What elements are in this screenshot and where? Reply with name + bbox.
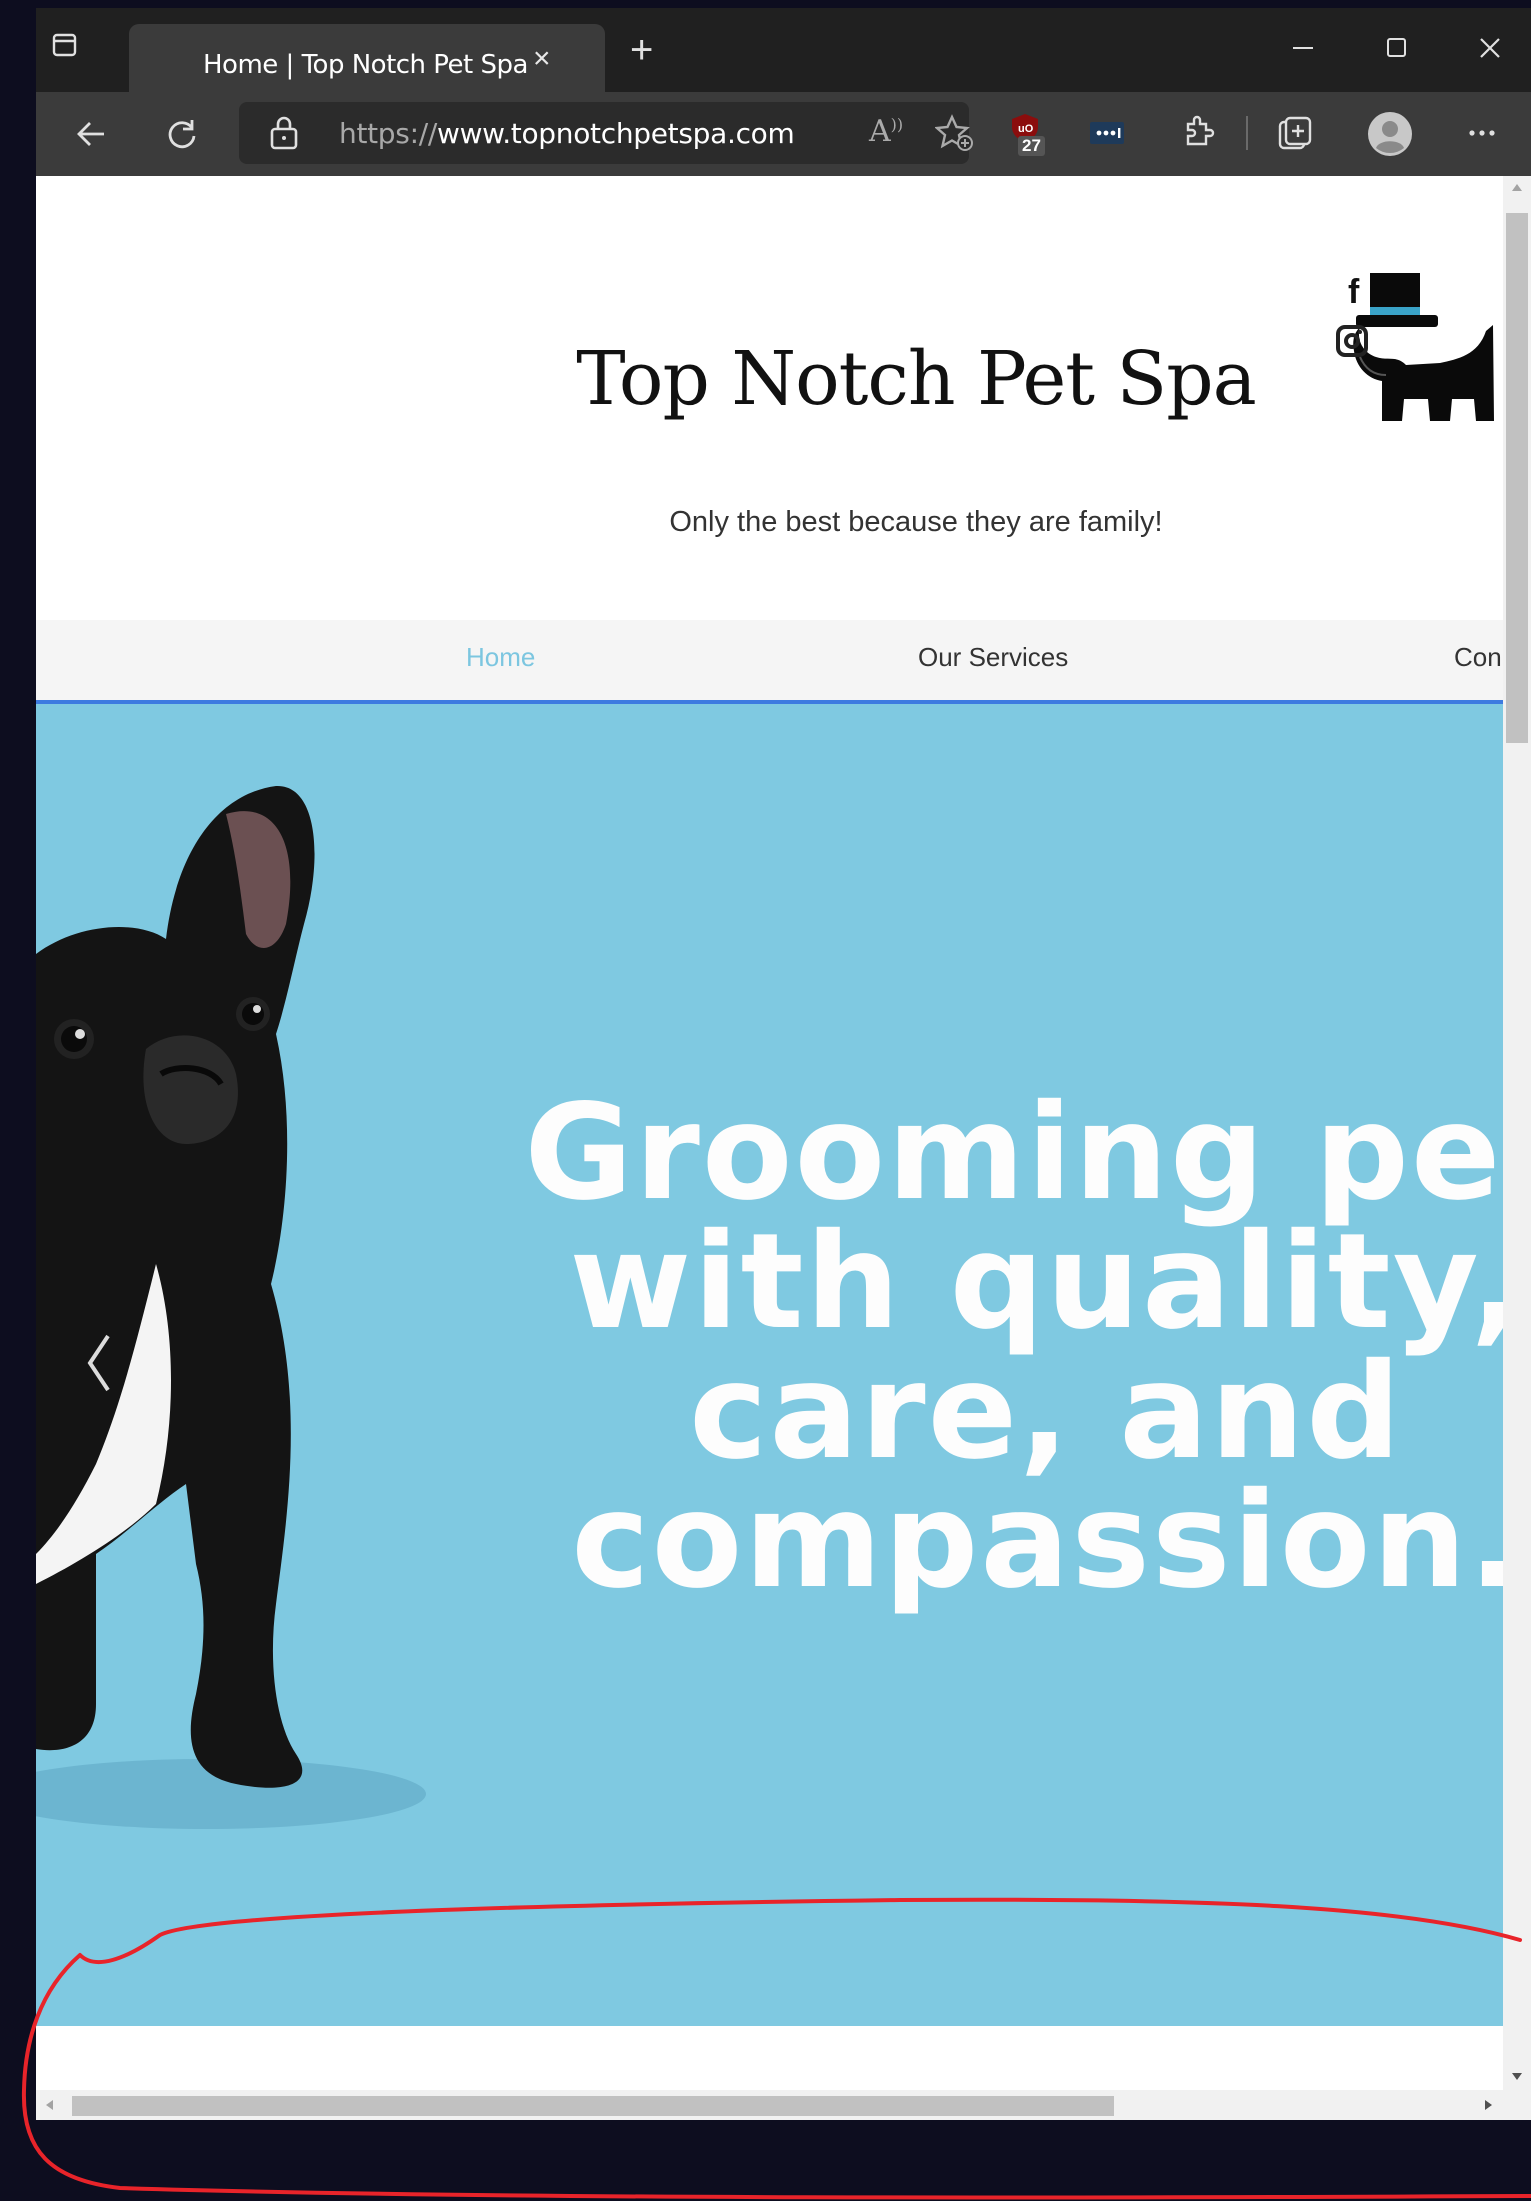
lock-icon[interactable]: [269, 116, 299, 150]
read-aloud-icon[interactable]: A)): [869, 114, 903, 149]
hero-banner: Grooming pet with quality, care, and com…: [36, 704, 1503, 2026]
svg-text:f: f: [1348, 273, 1360, 311]
browser-window: Home | Top Notch Pet Spa × + https://www…: [36, 8, 1531, 2120]
site-nav: Home Our Services Con: [36, 620, 1503, 704]
back-icon[interactable]: [74, 116, 110, 152]
collections-icon[interactable]: [1276, 114, 1316, 154]
hero-line-1: Grooming pet: [524, 1076, 1503, 1230]
toolbar: https://www.topnotchpetspa.com A)) uO 27: [36, 92, 1531, 176]
ublock-extension-icon[interactable]: uO 27: [1008, 110, 1048, 160]
url-text[interactable]: https://www.topnotchpetspa.com: [339, 117, 795, 150]
tab-close-icon[interactable]: ×: [533, 42, 551, 76]
add-favorite-icon[interactable]: [935, 114, 975, 152]
refresh-icon[interactable]: [164, 116, 200, 152]
title-bar: Home | Top Notch Pet Spa × +: [36, 8, 1531, 92]
extensions-icon[interactable]: [1180, 114, 1216, 152]
site-title: Top Notch Pet Spa: [576, 336, 1256, 422]
password-manager-icon[interactable]: [1090, 118, 1124, 148]
hero-line-4: compassion.: [571, 1464, 1503, 1619]
tab-actions-icon[interactable]: [52, 32, 78, 58]
toolbar-divider: [1246, 116, 1248, 150]
url-prefix: https://: [339, 117, 437, 150]
minimize-icon[interactable]: [1291, 36, 1315, 60]
slider-prev-arrow-icon[interactable]: [84, 1332, 112, 1394]
close-icon[interactable]: [1478, 36, 1502, 60]
profile-avatar-icon[interactable]: [1366, 110, 1414, 158]
new-tab-button[interactable]: +: [630, 28, 653, 73]
nav-our-services[interactable]: Our Services: [918, 642, 1068, 673]
tab-title: Home | Top Notch Pet Spa: [203, 50, 528, 80]
scroll-right-arrow-icon[interactable]: [1484, 2099, 1494, 2111]
svg-text:uO: uO: [1018, 123, 1034, 135]
tab-home[interactable]: Home | Top Notch Pet Spa ×: [129, 24, 605, 92]
scroll-down-arrow-icon[interactable]: [1511, 2072, 1523, 2082]
vertical-scroll-thumb[interactable]: [1506, 213, 1528, 743]
scroll-up-arrow-icon[interactable]: [1511, 182, 1523, 192]
hero-line-3: care, and: [689, 1334, 1403, 1489]
hero-headline: Grooming pet with quality, care, and com…: [496, 1076, 1503, 1619]
nav-contact[interactable]: Con: [1454, 642, 1502, 673]
url-host: www.topnotchpetspa.com: [436, 117, 795, 150]
more-options-icon[interactable]: [1466, 126, 1498, 140]
extension-badge: 27: [1018, 136, 1045, 156]
maximize-icon[interactable]: [1385, 36, 1409, 60]
scroll-left-arrow-icon[interactable]: [44, 2099, 54, 2111]
page-viewport: f Top Notch Pet Spa Only the best becaus…: [36, 176, 1503, 2090]
hero-line-2: with quality,: [569, 1205, 1503, 1360]
address-bar[interactable]: https://www.topnotchpetspa.com A)): [239, 102, 973, 164]
horizontal-scroll-thumb[interactable]: [72, 2096, 1114, 2116]
nav-home[interactable]: Home: [466, 642, 535, 673]
french-bulldog-image: [36, 785, 426, 1829]
site-tagline: Only the best because they are family!: [669, 506, 1163, 538]
